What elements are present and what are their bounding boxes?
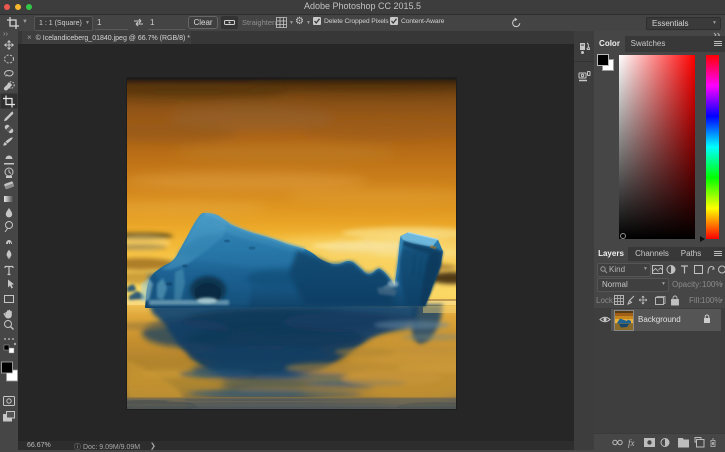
- svg-text:fx: fx: [628, 438, 635, 448]
